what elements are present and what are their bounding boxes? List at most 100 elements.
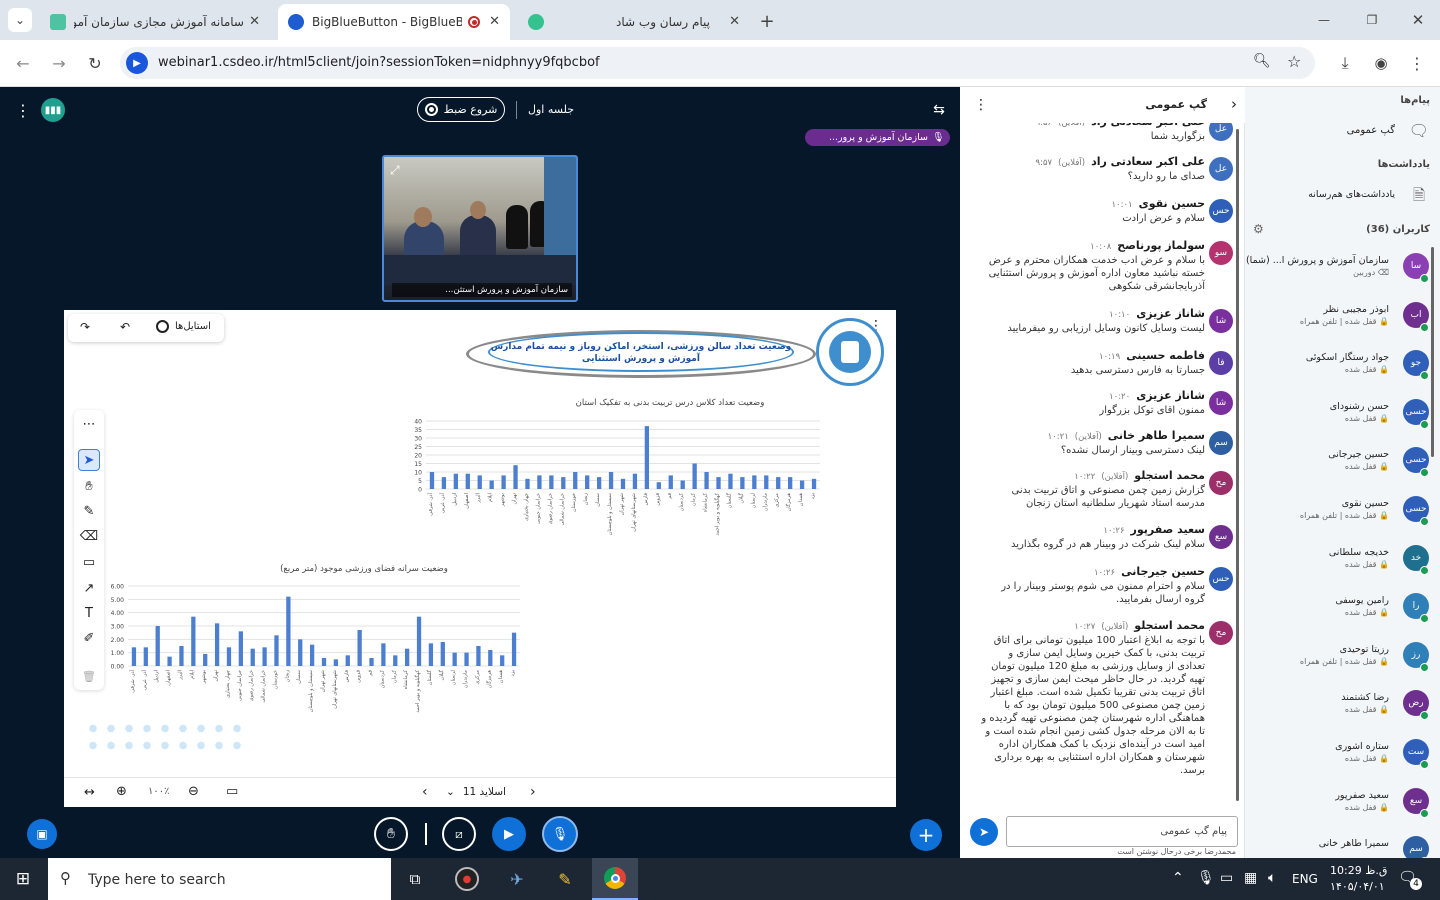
show-hidden-icons[interactable]: ⌃ (1172, 870, 1184, 886)
webcam-video[interactable]: ⤢ سازمان آموزش و پرورش استثن... (382, 155, 578, 302)
display-tray-icon[interactable]: ▦ (1244, 870, 1257, 886)
users-scrollbar[interactable] (1431, 247, 1434, 457)
actions-plus-button[interactable]: + (910, 819, 942, 851)
options-menu-icon[interactable]: ⋮ (12, 99, 34, 121)
camera-button[interactable]: ▶ (492, 817, 526, 851)
presenter-tag[interactable]: 🎙︎ سازمان آموزش و پرور... (805, 129, 950, 146)
volume-tray-icon[interactable]: 🔈︎ (1268, 870, 1276, 886)
close-icon[interactable]: ✕ (489, 14, 500, 29)
tab-blank[interactable] (518, 4, 558, 40)
chat-options-icon[interactable]: ⋮ (974, 97, 988, 113)
user-list-item[interactable]: حسی حسین نقوی 🔒 قفل شده | تلفن همراه (1253, 490, 1433, 534)
microphone-button[interactable]: 🎙︎ (542, 816, 578, 852)
slide-selector[interactable]: اسلاید 11 ⌄ (446, 786, 506, 798)
back-icon[interactable]: ← (12, 52, 34, 74)
delete-icon[interactable]: 🗑︎ (78, 665, 100, 687)
microphone-tray-icon[interactable]: 🎙︎ (1197, 870, 1215, 886)
shared-notes-item[interactable]: 🗎 یادداشت‌های هم‌رسانه (1251, 179, 1435, 213)
prev-slide-icon[interactable]: ‹ (422, 784, 428, 800)
select-tool-icon[interactable]: ➤ (78, 449, 100, 471)
user-list-toggle-icon[interactable]: ⇆ (928, 99, 950, 121)
zoom-out-icon[interactable]: ⊖ (188, 784, 199, 799)
user-list-item[interactable]: خد خدیجه سلطانی 🔒 قفل شده (1253, 539, 1433, 583)
note-tool-icon[interactable]: ✐ (78, 627, 100, 649)
window-close-icon[interactable]: ✕ (1406, 9, 1430, 31)
user-list-item[interactable]: رض رضا کشتمند 🔒 قفل شده (1253, 684, 1433, 728)
app-icon[interactable]: ✈ (505, 867, 529, 891)
rectangle-icon[interactable]: ▭ (78, 551, 100, 573)
clock-time[interactable]: ق.ظ 10:29 (1330, 864, 1387, 877)
language-indicator[interactable]: ENG (1292, 872, 1318, 886)
fit-width-icon[interactable]: ↔ (84, 785, 95, 800)
user-list-item[interactable]: رز رزیتا توحیدی 🔒 قفل شده | تلفن همراه (1253, 636, 1433, 680)
tab-lms[interactable]: سامانه آموزش مجازی سازمان آمو ✕ (40, 4, 270, 40)
presentation-toggle-button[interactable]: ▣ (27, 819, 57, 849)
y-tick-label: 25 (414, 444, 422, 451)
user-list-item[interactable]: ست ستاره اشوری 🔒 قفل شده (1253, 733, 1433, 777)
user-list-item[interactable]: حسی حسن رشنودای 🔒 قفل شده (1253, 393, 1433, 437)
connection-status-icon[interactable]: ▮▮▮ (41, 98, 65, 122)
tab-search-button[interactable]: ⌄ (8, 8, 32, 32)
tab-shad[interactable]: پیام رسان وب شاد ✕ (560, 4, 750, 40)
browser-menu-icon[interactable]: ⋮ (1406, 52, 1428, 74)
task-view-icon[interactable]: ⧉ (404, 868, 426, 890)
users-heading: کاربران (36) (1366, 224, 1430, 235)
camera-site-icon[interactable]: ▶ (126, 52, 148, 74)
address-bar[interactable]: ▶ webinar1.csdeo.ir/html5client/join?ses… (120, 47, 1315, 79)
public-chat-item[interactable]: 🗨︎ گپ عمومی (1251, 115, 1435, 149)
snapshot-icon[interactable]: ▭ (226, 784, 238, 799)
minimize-icon[interactable]: — (1312, 10, 1336, 30)
fullscreen-icon[interactable]: ⤢ (390, 163, 400, 178)
user-list-item[interactable]: را رامین یوسفی 🔒 قفل شده (1253, 587, 1433, 631)
profile-icon[interactable]: ◉ (1370, 52, 1392, 74)
bookmark-star-icon[interactable]: ☆ (1287, 52, 1301, 71)
bar (644, 426, 650, 489)
clock-date[interactable]: ۱۴۰۵/۰۴/۰۱ (1330, 880, 1385, 893)
next-slide-icon[interactable]: › (530, 784, 536, 800)
raise-hand-button[interactable]: ✋︎ (374, 817, 408, 851)
screenshare-button[interactable]: ⧄ (442, 817, 476, 851)
users-settings-icon[interactable]: ⚙ (1253, 222, 1264, 236)
send-icon[interactable]: ➤ (970, 818, 998, 846)
new-tab-icon[interactable]: + (756, 10, 778, 32)
user-list-item[interactable]: سع سعید صفرپور 🔒 قفل شده (1253, 782, 1433, 826)
record-button[interactable]: شروع ضبط (417, 97, 505, 122)
app-icon[interactable]: ✎ (553, 867, 577, 891)
forward-icon[interactable]: → (48, 52, 70, 74)
user-list-item[interactable]: اب ابوذر مجیبی نظر 🔒 قفل شده | تلفن همراه (1253, 296, 1433, 340)
pan-hand-icon[interactable]: ✋︎ (78, 475, 100, 497)
redo-icon[interactable]: ↷ (80, 320, 90, 334)
download-icon[interactable]: ⤓ (1334, 52, 1356, 74)
user-list-item[interactable]: حسی حسین جیرجانی 🔒 قفل شده (1253, 441, 1433, 485)
chrome-taskbar-icon[interactable] (592, 858, 638, 900)
url-text[interactable]: webinar1.csdeo.ir/html5client/join?sessi… (158, 55, 600, 70)
undo-icon[interactable]: ↶ (120, 320, 130, 334)
close-icon[interactable]: ✕ (249, 14, 260, 29)
styles-button[interactable]: استایل‌ها (156, 320, 211, 333)
whiteboard[interactable]: ↷ ↶ استایل‌ها ⋮ وضعیت تعداد سالن ورزشی، … (64, 310, 896, 807)
windows-start-icon[interactable]: ⊞ (8, 868, 38, 890)
bar (453, 473, 458, 489)
tab-bbb[interactable]: BigBlueButton - BigBlueButton - جلسه اول… (278, 4, 510, 40)
close-icon[interactable]: ✕ (729, 14, 740, 29)
zoom-level[interactable]: ۱۰۰٪ (148, 786, 169, 797)
chat-title[interactable]: گپ عمومی (1145, 98, 1207, 111)
zoom-in-icon[interactable]: ⊕ (116, 784, 127, 799)
maximize-icon[interactable]: ❐ (1360, 10, 1384, 30)
x-tick-label: زنجان (284, 669, 290, 682)
text-tool-icon[interactable]: T (78, 602, 100, 624)
chat-scrollbar[interactable] (1236, 129, 1239, 801)
back-chevron-icon[interactable]: › (1231, 95, 1237, 113)
network-tray-icon[interactable]: ▭ (1220, 870, 1233, 886)
taskbar-search[interactable]: ⚲ Type here to search (48, 858, 391, 900)
more-tools-icon[interactable]: ⋯ (78, 413, 100, 435)
zoom-icon[interactable]: 🔍︎ (1253, 53, 1271, 69)
arrow-tool-icon[interactable]: ↗ (78, 577, 100, 599)
user-list-item[interactable]: سا سازمان آموزش و پرورش ا... (شما) ⌫ دوربی… (1246, 247, 1433, 291)
eraser-icon[interactable]: ⌫ (78, 525, 100, 547)
chat-input[interactable]: پیام گپ عمومی (1006, 816, 1238, 847)
reload-icon[interactable]: ↻ (84, 52, 106, 74)
pencil-icon[interactable]: ✎ (78, 500, 100, 522)
user-list-item[interactable]: جو جواد رستگار اسکوئی 🔒 قفل شده (1253, 344, 1433, 388)
app-icon[interactable]: ● (455, 867, 479, 891)
